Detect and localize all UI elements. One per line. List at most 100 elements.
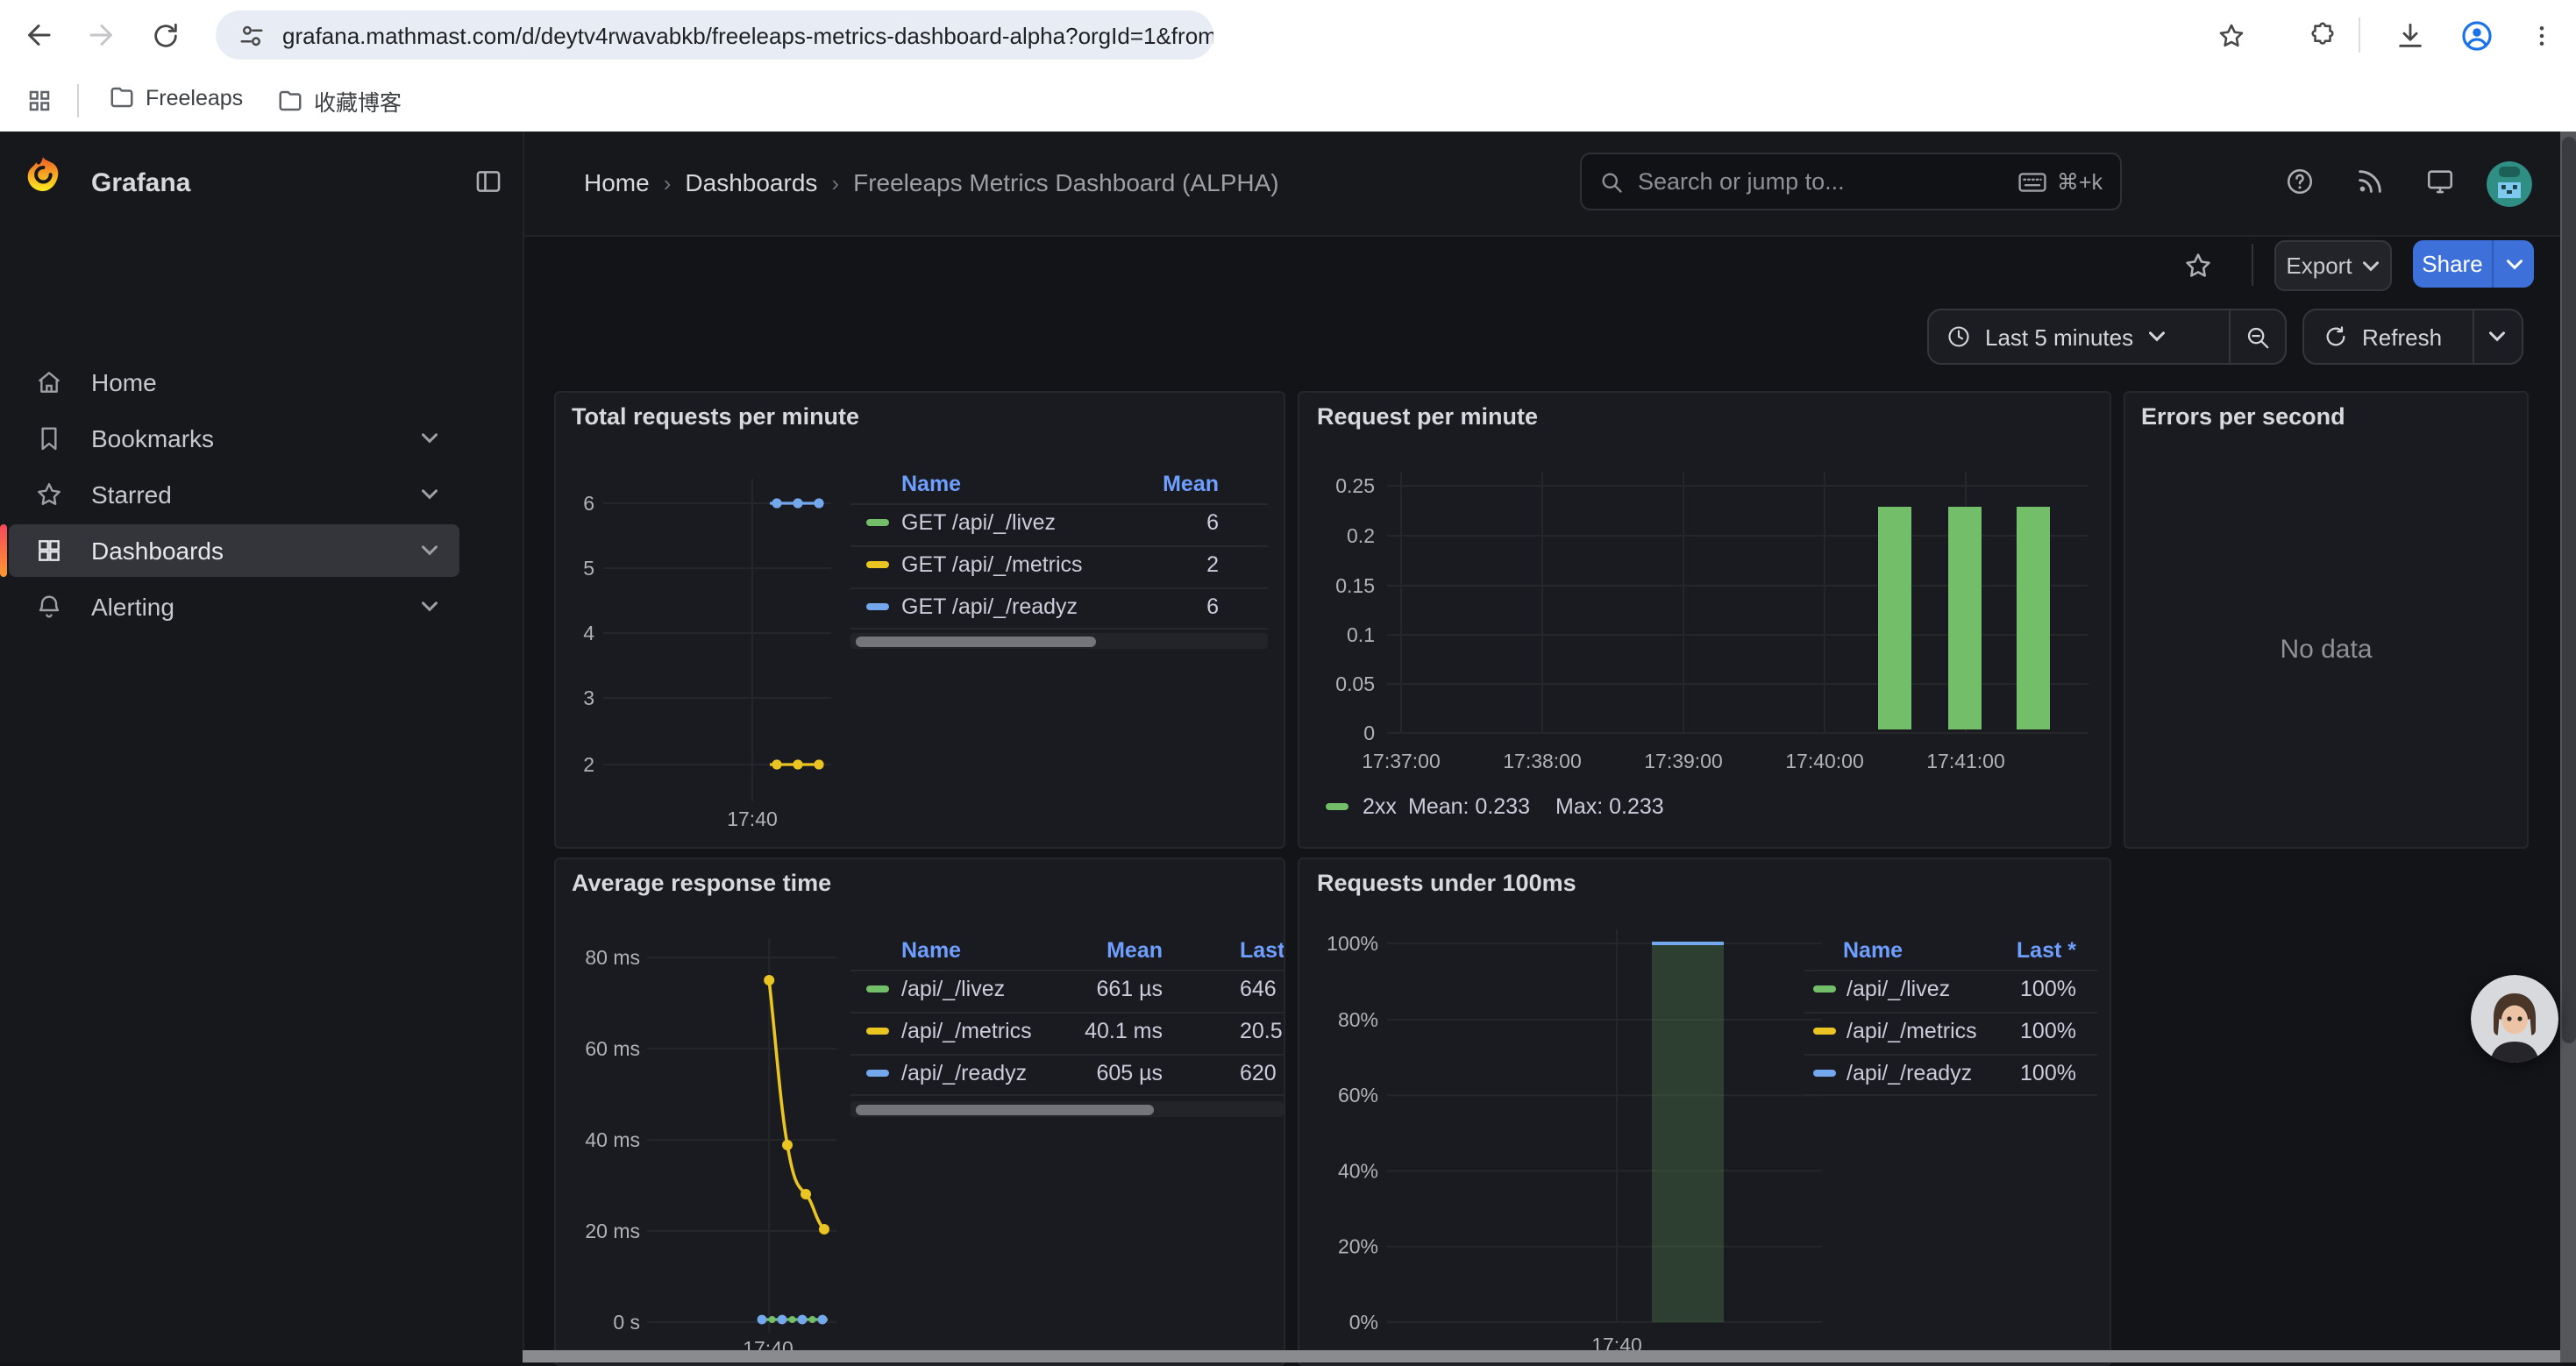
sidebar-item-alerting[interactable]: Alerting: [9, 580, 459, 633]
bar-2xx[interactable]: [1948, 507, 1982, 729]
series-color-pill[interactable]: [866, 561, 889, 568]
total-requests-chart: 6 5 4 3 2 17:40: [556, 393, 1284, 847]
sidebar-item-bookmarks[interactable]: Bookmarks: [9, 412, 459, 465]
panel-request-per-minute[interactable]: Request per minute 0.25 0.2 0.15 0.1 0.0…: [1298, 391, 2111, 849]
legend-row-name[interactable]: /api/_/metrics: [901, 1019, 1032, 1043]
legend-col-last[interactable]: Last *: [1240, 938, 1285, 963]
vertical-scrollbar-thumb[interactable]: [2561, 137, 2575, 1043]
refresh-interval-button[interactable]: [2473, 310, 2522, 363]
horizontal-scrollbar[interactable]: [523, 1350, 2560, 1362]
zoom-out-button[interactable]: [2229, 310, 2285, 363]
legend-row-name[interactable]: GET /api/_/metrics: [901, 552, 1083, 577]
bookmark-page-button[interactable]: [2210, 14, 2252, 56]
news-button[interactable]: [2355, 167, 2385, 205]
series-color-pill[interactable]: [1813, 985, 1836, 992]
panel-total-requests[interactable]: Total requests per minute 6 5 4 3 2 17:4…: [554, 391, 1285, 849]
chevron-down-icon: [2147, 330, 2165, 344]
breadcrumb-separator: ›: [664, 169, 672, 196]
svg-text:17:37:00: 17:37:00: [1362, 750, 1441, 772]
extensions-button[interactable]: [2301, 14, 2343, 56]
browser-profile-button[interactable]: [2455, 14, 2497, 56]
browser-menu-button[interactable]: [2520, 14, 2562, 56]
series-color-pill[interactable]: [866, 985, 889, 992]
legend-row-name[interactable]: /api/_/readyz: [901, 1061, 1027, 1085]
legend-series-name[interactable]: 2xx: [1363, 794, 1397, 819]
help-button[interactable]: [2285, 167, 2315, 205]
legend-col-name[interactable]: Name: [901, 938, 961, 963]
legend-row-name[interactable]: /api/_/readyz: [1847, 1061, 1972, 1085]
sidebar-item-home[interactable]: Home: [9, 356, 459, 409]
breadcrumb-dashboards[interactable]: Dashboards: [685, 168, 817, 196]
bar-2xx[interactable]: [1878, 507, 1911, 729]
folder-icon: [277, 88, 303, 114]
collapse-sidebar-button[interactable]: [473, 167, 503, 205]
svg-text:0%: 0%: [1349, 1311, 1378, 1334]
browser-toolbar: grafana.mathmast.com/d/deytv4rwavabkb/fr…: [0, 0, 2576, 70]
svg-text:3: 3: [583, 687, 594, 709]
legend-scrollbar-thumb[interactable]: [856, 1104, 1154, 1114]
zoom-out-icon: [2244, 324, 2270, 350]
search-input[interactable]: Search or jump to... ⌘+k: [1580, 153, 2122, 210]
svg-text:0.05: 0.05: [1335, 672, 1375, 695]
sidebar-item-label: Dashboards: [91, 537, 224, 565]
help-icon: [2285, 167, 2315, 196]
url-bar[interactable]: grafana.mathmast.com/d/deytv4rwavabkb/fr…: [216, 11, 1213, 60]
grafana-logo[interactable]: [23, 154, 63, 203]
bar-under-100ms[interactable]: [1652, 943, 1724, 1322]
panel-errors-per-second[interactable]: Errors per second No data: [2124, 391, 2529, 849]
legend-row-name[interactable]: GET /api/_/readyz: [901, 594, 1078, 619]
series-color-pill[interactable]: [866, 603, 889, 610]
user-avatar[interactable]: [2487, 161, 2532, 207]
share-menu-button[interactable]: [2492, 240, 2534, 288]
kebab-menu-icon: [2528, 22, 2554, 48]
sidebar-item-dashboards[interactable]: Dashboards: [9, 524, 459, 577]
series-color-pill[interactable]: [866, 519, 889, 526]
legend-scrollbar[interactable]: [850, 633, 1268, 649]
back-button[interactable]: [18, 14, 60, 56]
series-color-pill[interactable]: [866, 1028, 889, 1035]
legend-row-name[interactable]: /api/_/metrics: [1847, 1019, 1977, 1043]
bookmark-folder-blogs[interactable]: 收藏博客: [277, 84, 402, 117]
breadcrumb-home[interactable]: Home: [584, 168, 650, 196]
legend-row-value: 2: [1110, 552, 1219, 577]
bookmark-folder-freeleaps[interactable]: Freeleaps: [109, 84, 243, 110]
display-button[interactable]: [2425, 167, 2455, 205]
site-settings-icon[interactable]: [238, 22, 265, 48]
legend-col-mean[interactable]: Mean: [1110, 472, 1219, 496]
chevron-down-icon: [2505, 257, 2523, 271]
refresh-button[interactable]: Refresh: [2304, 324, 2461, 350]
reload-button[interactable]: [144, 14, 186, 56]
panel-avg-response-time[interactable]: Average response time 80 ms 60 ms 40 ms …: [554, 857, 1285, 1366]
legend-col-name[interactable]: Name: [901, 472, 961, 496]
legend-row-name[interactable]: GET /api/_/livez: [901, 510, 1056, 535]
share-button[interactable]: Share: [2413, 240, 2492, 288]
panel-requests-under-100ms[interactable]: Requests under 100ms 100% 80% 60% 40% 20…: [1298, 857, 2111, 1366]
svg-text:17:39:00: 17:39:00: [1644, 750, 1723, 772]
series-color-pill[interactable]: [1813, 1028, 1836, 1035]
legend-col-mean[interactable]: Mean: [1054, 938, 1163, 963]
series-color-pill[interactable]: [1813, 1070, 1836, 1077]
series-color-pill[interactable]: [1326, 803, 1348, 810]
time-range-picker[interactable]: Last 5 minutes: [1929, 324, 2182, 350]
extensions-icon: [2307, 20, 2337, 50]
legend-row-name[interactable]: /api/_/livez: [1847, 977, 1950, 1001]
export-button[interactable]: Export: [2274, 240, 2392, 291]
forward-button[interactable]: [81, 14, 123, 56]
sidebar-item-label: Starred: [91, 480, 172, 509]
favorite-dashboard-button[interactable]: [2183, 251, 2213, 289]
sidebar-item-starred[interactable]: Starred: [9, 468, 459, 521]
legend-row-name[interactable]: /api/_/livez: [901, 977, 1005, 1001]
legend-scrollbar-thumb[interactable]: [856, 636, 1096, 646]
legend-col-name[interactable]: Name: [1843, 938, 1903, 963]
bar-2xx[interactable]: [2017, 507, 2050, 729]
svg-text:60 ms: 60 ms: [585, 1037, 640, 1060]
legend-col-last[interactable]: Last *: [2006, 938, 2076, 963]
home-icon: [35, 368, 63, 396]
legend-row-value: 6: [1110, 510, 1219, 535]
series-color-pill[interactable]: [866, 1070, 889, 1077]
legend-scrollbar[interactable]: [850, 1101, 1284, 1117]
assistant-avatar[interactable]: [2471, 975, 2558, 1063]
svg-text:2: 2: [583, 753, 594, 776]
apps-grid-button[interactable]: [18, 79, 60, 121]
downloads-button[interactable]: [2388, 14, 2430, 56]
